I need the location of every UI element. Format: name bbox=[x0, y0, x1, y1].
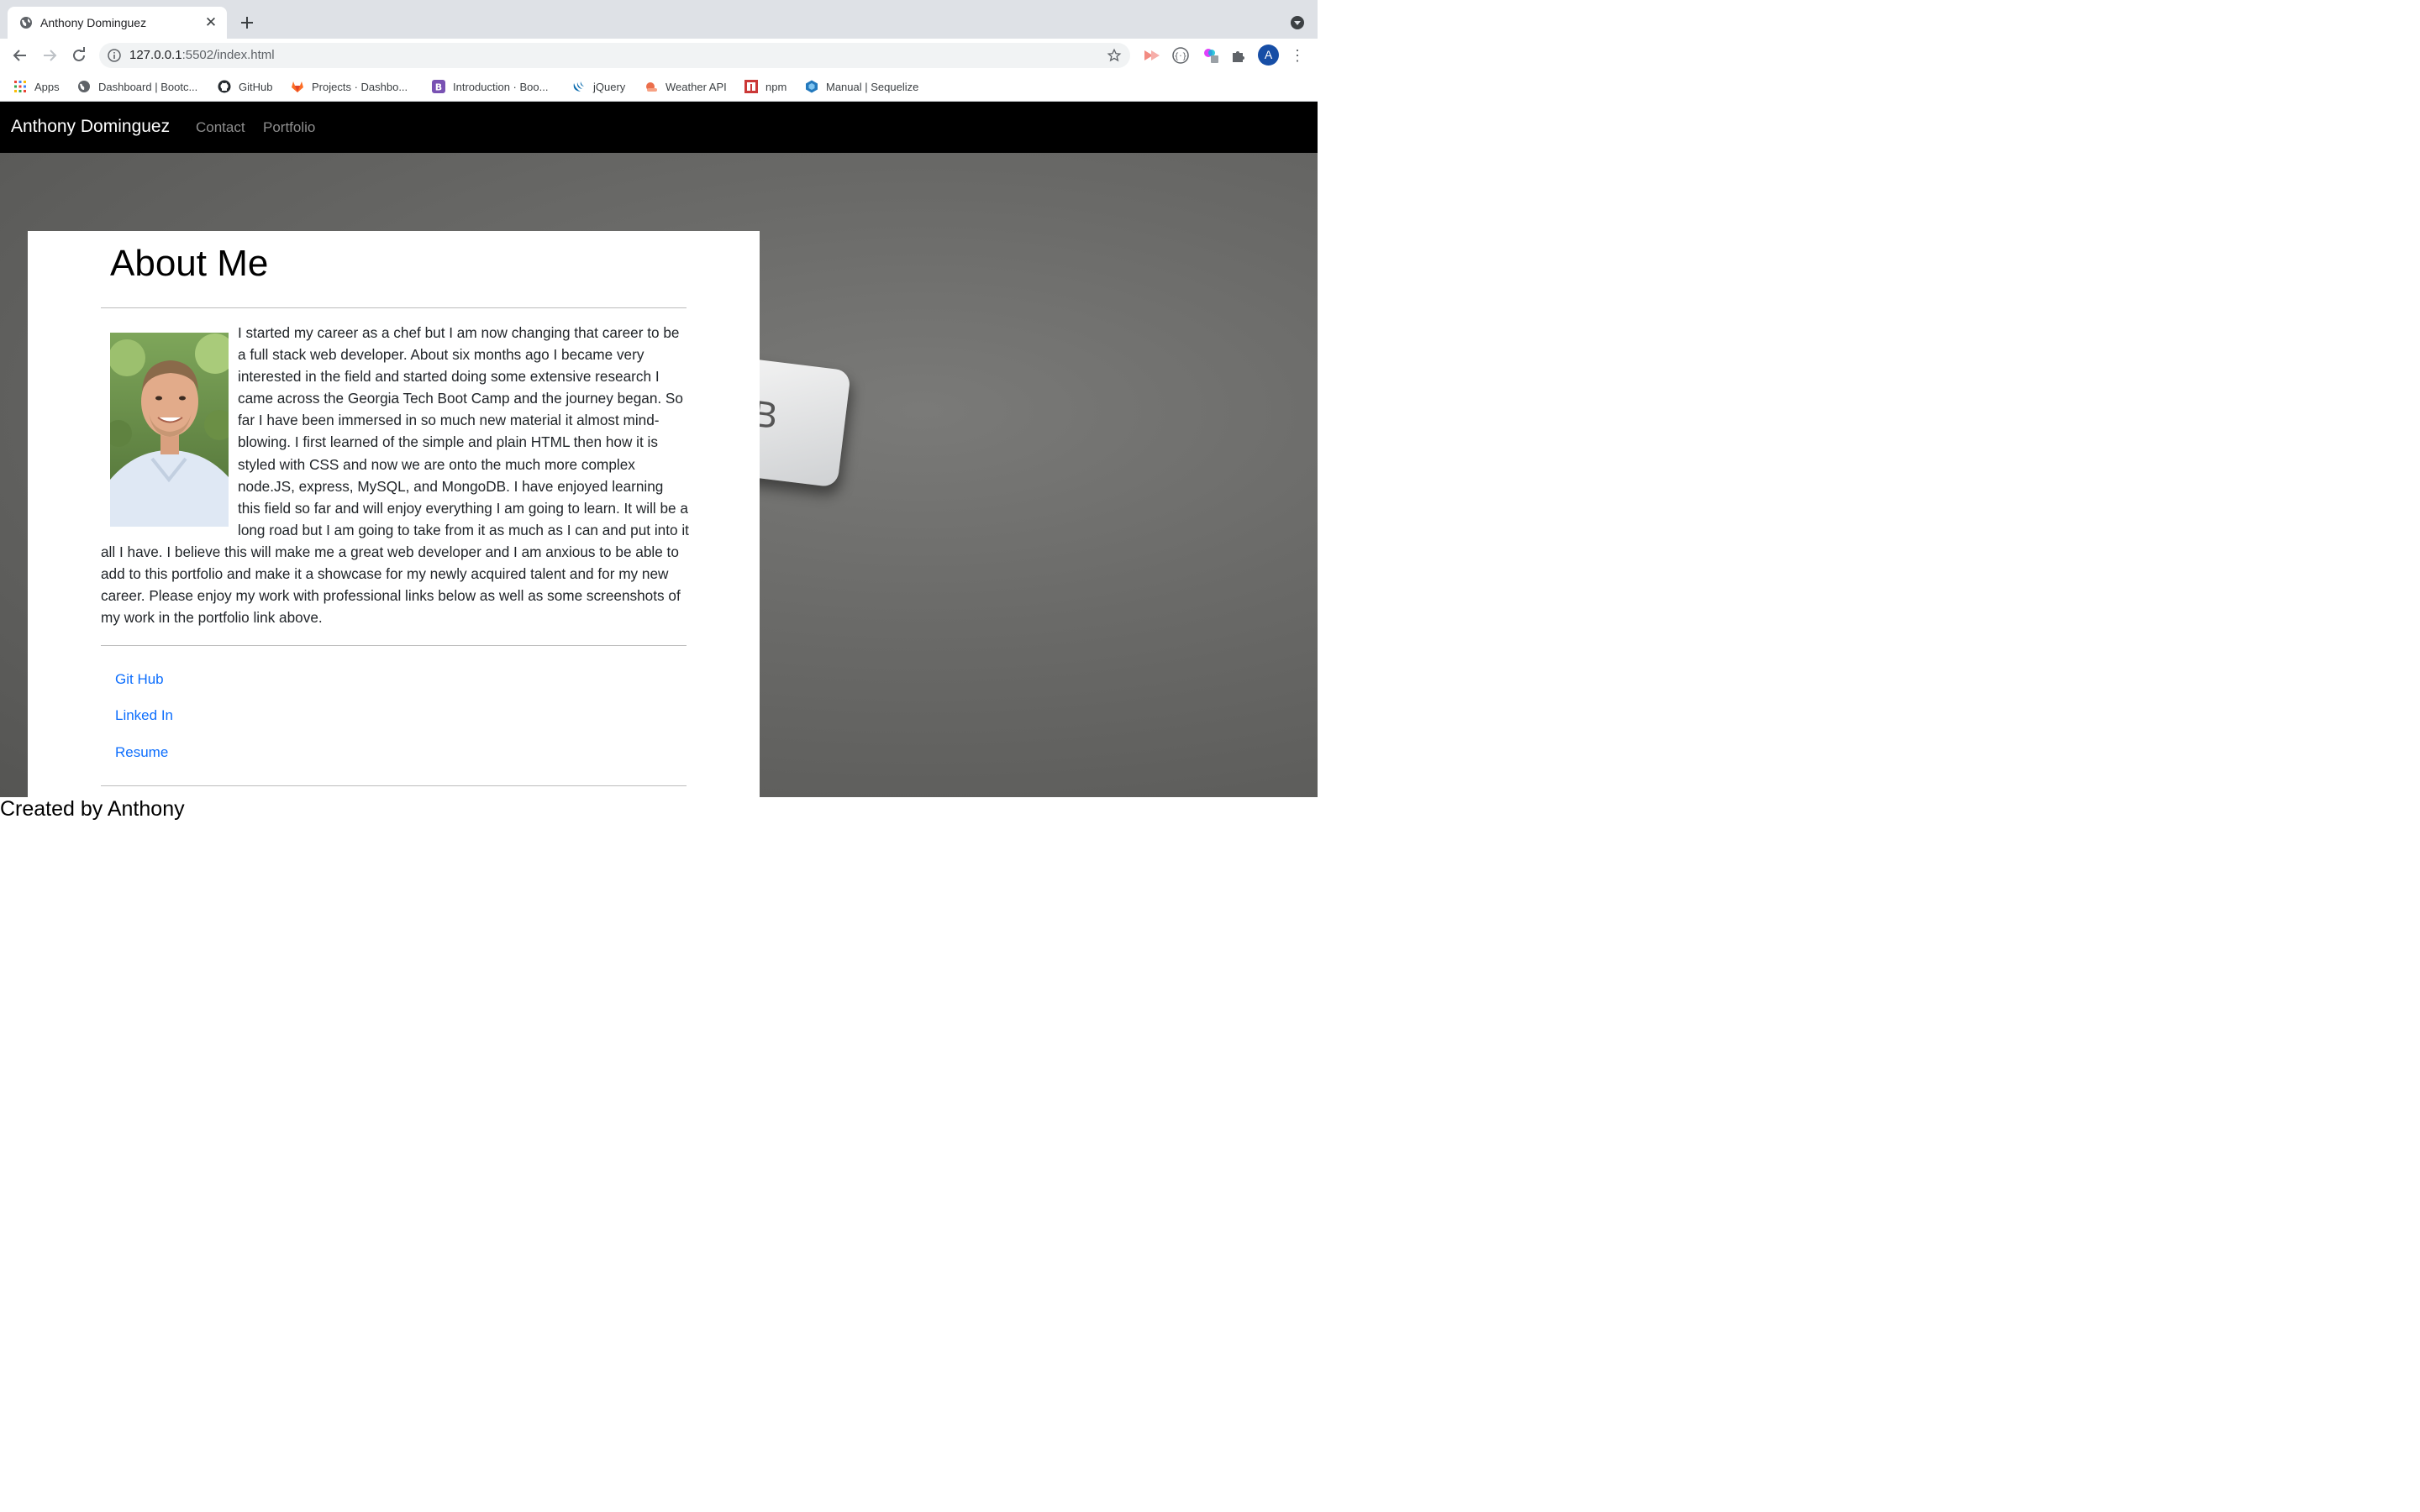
bookmark-npm[interactable]: npm bbox=[744, 78, 786, 95]
nav-link-contact[interactable]: Contact bbox=[196, 119, 245, 136]
footer-text: Created by Anthony bbox=[0, 797, 185, 821]
bookmark-github[interactable]: GitHub bbox=[218, 78, 272, 95]
bookmark-label: Manual | Sequelize bbox=[826, 80, 919, 93]
browser-tab[interactable]: Anthony Dominguez ✕ bbox=[8, 7, 227, 39]
bootstrap-icon: B bbox=[432, 80, 445, 93]
about-card: About Me I started my career as a chef b… bbox=[28, 231, 760, 797]
bookmark-label: GitHub bbox=[239, 80, 273, 93]
divider bbox=[101, 785, 687, 786]
tab-title: Anthony Dominguez bbox=[40, 16, 147, 29]
divider bbox=[101, 645, 687, 646]
profile-avatar[interactable]: A bbox=[1258, 45, 1279, 66]
page-title: About Me bbox=[110, 243, 269, 284]
reload-icon[interactable] bbox=[69, 45, 89, 66]
apps-grid-icon bbox=[14, 81, 26, 92]
about-bio: I started my career as a chef but I am n… bbox=[101, 322, 689, 628]
bookmark-label: Dashboard | Bootc... bbox=[98, 80, 198, 93]
url-text: 127.0.0.1:5502/index.html bbox=[129, 48, 275, 62]
bookmark-bootstrap[interactable]: B Introduction · Boo... bbox=[432, 78, 548, 95]
browser-toolbar: 127.0.0.1:5502/index.html {·} A ⋮ bbox=[0, 39, 1318, 72]
forward-arrow-icon[interactable] bbox=[39, 45, 60, 66]
bookmark-dashboard[interactable]: Dashboard | Bootc... bbox=[77, 78, 197, 95]
url-host: 127.0.0.1 bbox=[129, 48, 182, 62]
bookmark-label: Projects · Dashbo... bbox=[312, 80, 408, 93]
bookmark-label: npm bbox=[765, 80, 787, 93]
bookmark-label: Weather API bbox=[666, 80, 727, 93]
bookmark-sequelize[interactable]: Manual | Sequelize bbox=[805, 78, 918, 95]
bookmark-weather-api[interactable]: Weather API bbox=[644, 78, 727, 95]
page-viewport: Anthony Dominguez Contact Portfolio B Ab… bbox=[0, 102, 1318, 822]
bookmark-star-icon[interactable] bbox=[1107, 48, 1122, 63]
browser-tabstrip: Anthony Dominguez ✕ bbox=[0, 0, 1318, 39]
link-linkedin[interactable]: Linked In bbox=[115, 707, 173, 724]
tab-close-icon[interactable]: ✕ bbox=[203, 15, 218, 30]
github-icon bbox=[218, 80, 231, 93]
divider bbox=[101, 307, 687, 308]
navbar-brand[interactable]: Anthony Dominguez bbox=[11, 117, 170, 137]
globe-icon bbox=[78, 81, 90, 92]
link-resume[interactable]: Resume bbox=[115, 744, 168, 761]
jquery-icon bbox=[573, 81, 584, 92]
color-picker-extension-icon[interactable] bbox=[1202, 46, 1220, 65]
svg-text:{·}: {·} bbox=[1174, 52, 1187, 61]
bookmark-label: Introduction · Boo... bbox=[453, 80, 549, 93]
bookmark-label: Apps bbox=[34, 80, 60, 93]
tab-search-icon[interactable] bbox=[1291, 16, 1304, 29]
bookmarks-bar: Apps Dashboard | Bootc... GitHub Project… bbox=[0, 72, 1318, 102]
cast-extension-icon[interactable] bbox=[1142, 46, 1160, 65]
bookmark-apps[interactable]: Apps bbox=[13, 78, 60, 95]
browser-menu-icon[interactable]: ⋮ bbox=[1290, 46, 1305, 65]
site-footer: Created by Anthony bbox=[0, 797, 1318, 822]
gitlab-icon bbox=[292, 81, 303, 92]
npm-icon bbox=[744, 80, 758, 93]
new-tab-icon[interactable] bbox=[237, 13, 257, 33]
back-arrow-icon[interactable] bbox=[10, 45, 30, 66]
globe-icon bbox=[20, 17, 32, 29]
address-bar[interactable]: 127.0.0.1:5502/index.html bbox=[99, 43, 1130, 68]
sequelize-icon bbox=[806, 80, 818, 93]
background-image: B About Me I started my career as a chef… bbox=[0, 153, 1318, 797]
extensions-puzzle-icon[interactable] bbox=[1229, 46, 1248, 65]
link-github[interactable]: Git Hub bbox=[115, 671, 164, 688]
url-path: :5502/index.html bbox=[182, 48, 275, 62]
bookmark-gitlab[interactable]: Projects · Dashbo... bbox=[291, 78, 408, 95]
bookmark-jquery[interactable]: jQuery bbox=[572, 78, 625, 95]
bookmark-label: jQuery bbox=[593, 80, 626, 93]
site-navbar: Anthony Dominguez Contact Portfolio bbox=[0, 102, 1318, 153]
photo-spacer bbox=[101, 322, 238, 539]
site-info-icon[interactable] bbox=[108, 49, 121, 62]
weather-icon bbox=[646, 82, 657, 92]
extension-circle-icon[interactable]: {·} bbox=[1171, 46, 1190, 65]
svg-text:B: B bbox=[435, 82, 442, 93]
nav-link-portfolio[interactable]: Portfolio bbox=[263, 119, 315, 136]
